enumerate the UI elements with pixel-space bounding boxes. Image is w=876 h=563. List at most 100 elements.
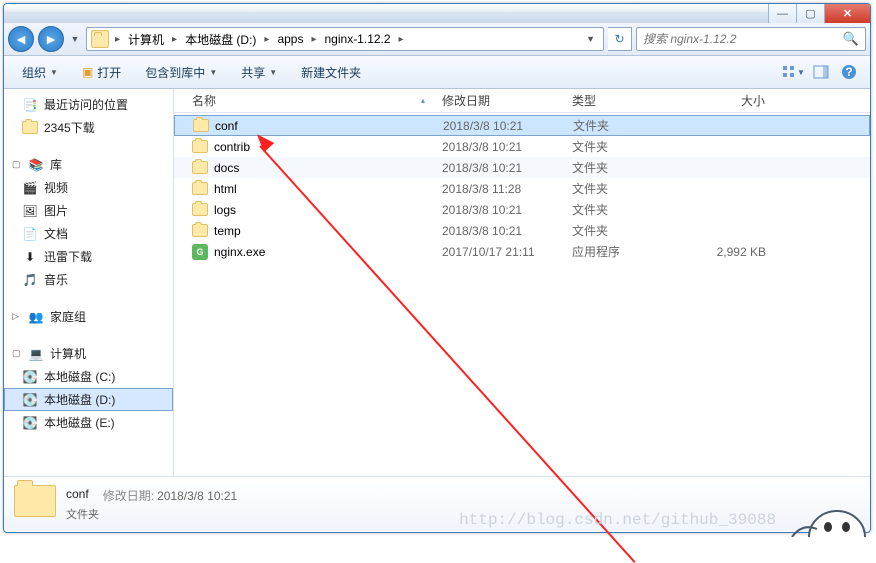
forward-button[interactable]: ► <box>38 26 64 52</box>
file-date: 2018/3/8 10:21 <box>434 224 564 238</box>
folder-icon <box>192 224 208 237</box>
breadcrumb[interactable]: ▸ 计算机 ▸ 本地磁盘 (D:) ▸ apps ▸ nginx-1.12.2 … <box>86 27 604 51</box>
close-button[interactable]: ✕ <box>824 4 870 23</box>
sidebar-item-music[interactable]: 🎵音乐 <box>4 268 173 291</box>
recent-icon: 📑 <box>22 97 38 113</box>
file-size: 2,992 KB <box>674 245 774 259</box>
new-folder-button[interactable]: 新建文件夹 <box>291 60 371 85</box>
sidebar-item-recent[interactable]: 📑最近访问的位置 <box>4 93 173 116</box>
search-input[interactable] <box>643 32 843 46</box>
nav-bar: ◄ ► ▼ ▸ 计算机 ▸ 本地磁盘 (D:) ▸ apps ▸ nginx-1… <box>4 23 870 56</box>
help-icon: ? <box>841 64 857 80</box>
details-folder-icon <box>14 485 56 523</box>
file-row[interactable]: nginx.exe2017/10/17 21:11应用程序2,992 KB <box>174 241 870 262</box>
back-button[interactable]: ◄ <box>8 26 34 52</box>
sidebar-item-disk-c[interactable]: 💽本地磁盘 (C:) <box>4 365 173 388</box>
chevron-down-icon: ▼ <box>269 68 277 77</box>
file-type: 文件夹 <box>564 222 674 239</box>
file-date: 2018/3/8 11:28 <box>434 182 564 196</box>
column-type[interactable]: 类型 <box>564 89 674 112</box>
library-icon: 📚 <box>28 157 44 173</box>
file-date: 2018/3/8 10:21 <box>434 140 564 154</box>
file-type: 应用程序 <box>564 243 674 260</box>
file-type: 文件夹 <box>565 117 675 134</box>
picture-icon: 🖼 <box>22 203 38 219</box>
file-name: conf <box>215 119 238 133</box>
svg-text:?: ? <box>845 65 852 79</box>
file-row[interactable]: temp2018/3/8 10:21文件夹 <box>174 220 870 241</box>
maximize-button[interactable]: ▢ <box>796 4 824 23</box>
file-row[interactable]: contrib2018/3/8 10:21文件夹 <box>174 136 870 157</box>
exe-icon <box>192 244 208 260</box>
file-date: 2017/10/17 21:11 <box>434 245 564 259</box>
folder-icon <box>192 203 208 216</box>
history-dropdown[interactable]: ▼ <box>68 28 82 50</box>
help-button[interactable]: ? <box>836 59 862 85</box>
music-icon: 🎵 <box>22 272 38 288</box>
view-options-button[interactable]: ▼ <box>780 59 806 85</box>
column-headers: 名称▴ 修改日期 类型 大小 <box>174 89 870 113</box>
file-type: 文件夹 <box>564 159 674 176</box>
titlebar: — ▢ ✕ <box>4 4 870 23</box>
breadcrumb-disk-d[interactable]: 本地磁盘 (D:) <box>179 28 262 50</box>
search-box[interactable]: 🔍 <box>636 27 866 51</box>
sidebar-item-xunlei[interactable]: ⬇迅雷下载 <box>4 245 173 268</box>
folder-icon <box>192 161 208 174</box>
sidebar-item-documents[interactable]: 📄文档 <box>4 222 173 245</box>
details-pane: conf 修改日期: 2018/3/8 10:21 文件夹 <box>4 476 870 531</box>
view-icon <box>781 64 797 80</box>
sidebar-item-videos[interactable]: 🎬视频 <box>4 176 173 199</box>
column-name[interactable]: 名称▴ <box>184 89 434 112</box>
breadcrumb-apps[interactable]: apps <box>271 28 309 50</box>
details-type: 文件夹 <box>66 506 237 522</box>
sidebar-item-library[interactable]: ▢📚库 <box>4 153 173 176</box>
collapse-icon[interactable]: ▢ <box>12 159 22 170</box>
sidebar-item-2345[interactable]: 2345下载 <box>4 116 173 139</box>
open-icon: ▣ <box>82 65 93 79</box>
file-row[interactable]: docs 2018/3/8 10:21文件夹 <box>174 157 870 178</box>
refresh-button[interactable]: ↻ <box>608 27 632 51</box>
video-icon: 🎬 <box>22 180 38 196</box>
file-date: 2018/3/8 10:21 <box>434 161 564 175</box>
file-row[interactable]: conf2018/3/8 10:21文件夹 <box>174 115 870 136</box>
toolbar: 组织▼ ▣ 打开 包含到库中▼ 共享▼ 新建文件夹 ▼ ? <box>4 56 870 89</box>
breadcrumb-nginx[interactable]: nginx-1.12.2 <box>319 28 397 50</box>
open-button[interactable]: ▣ 打开 <box>72 60 131 85</box>
chevron-right-icon: ▸ <box>170 34 179 45</box>
file-row[interactable]: html2018/3/8 11:28文件夹 <box>174 178 870 199</box>
folder-icon <box>192 140 208 153</box>
disk-icon: 💽 <box>22 392 38 408</box>
file-name: docs <box>214 161 239 175</box>
sidebar-item-pictures[interactable]: 🖼图片 <box>4 199 173 222</box>
sidebar-item-homegroup[interactable]: ▷👥家庭组 <box>4 305 173 328</box>
minimize-button[interactable]: — <box>768 4 796 23</box>
search-icon[interactable]: 🔍 <box>843 31 859 47</box>
breadcrumb-computer[interactable]: 计算机 <box>122 28 170 50</box>
collapse-icon[interactable]: ▢ <box>12 348 22 359</box>
folder-icon <box>192 182 208 195</box>
file-list: conf2018/3/8 10:21文件夹contrib2018/3/8 10:… <box>174 113 870 476</box>
preview-pane-button[interactable] <box>808 59 834 85</box>
organize-button[interactable]: 组织▼ <box>12 60 68 85</box>
chevron-down-icon: ▼ <box>209 68 217 77</box>
sidebar-item-computer[interactable]: ▢💻计算机 <box>4 342 173 365</box>
document-icon: 📄 <box>22 226 38 242</box>
column-date[interactable]: 修改日期 <box>434 89 564 112</box>
details-name: conf <box>66 487 89 504</box>
chevron-right-icon: ▸ <box>397 34 406 45</box>
chevron-down-icon[interactable]: ▼ <box>582 34 599 44</box>
file-row[interactable]: logs2018/3/8 10:21文件夹 <box>174 199 870 220</box>
chevron-right-icon: ▸ <box>113 34 122 45</box>
expand-icon[interactable]: ▷ <box>12 311 22 322</box>
share-button[interactable]: 共享▼ <box>231 60 287 85</box>
file-type: 文件夹 <box>564 201 674 218</box>
include-button[interactable]: 包含到库中▼ <box>135 60 227 85</box>
chevron-right-icon: ▸ <box>309 34 318 45</box>
explorer-window: — ▢ ✕ ◄ ► ▼ ▸ 计算机 ▸ 本地磁盘 (D:) ▸ apps ▸ n… <box>3 3 871 533</box>
column-size[interactable]: 大小 <box>674 89 774 112</box>
chevron-down-icon: ▼ <box>50 68 58 77</box>
file-date: 2018/3/8 10:21 <box>434 203 564 217</box>
sidebar-item-disk-e[interactable]: 💽本地磁盘 (E:) <box>4 411 173 434</box>
file-view: 名称▴ 修改日期 类型 大小 conf2018/3/8 10:21文件夹cont… <box>174 89 870 476</box>
sidebar-item-disk-d[interactable]: 💽本地磁盘 (D:) <box>4 388 173 411</box>
